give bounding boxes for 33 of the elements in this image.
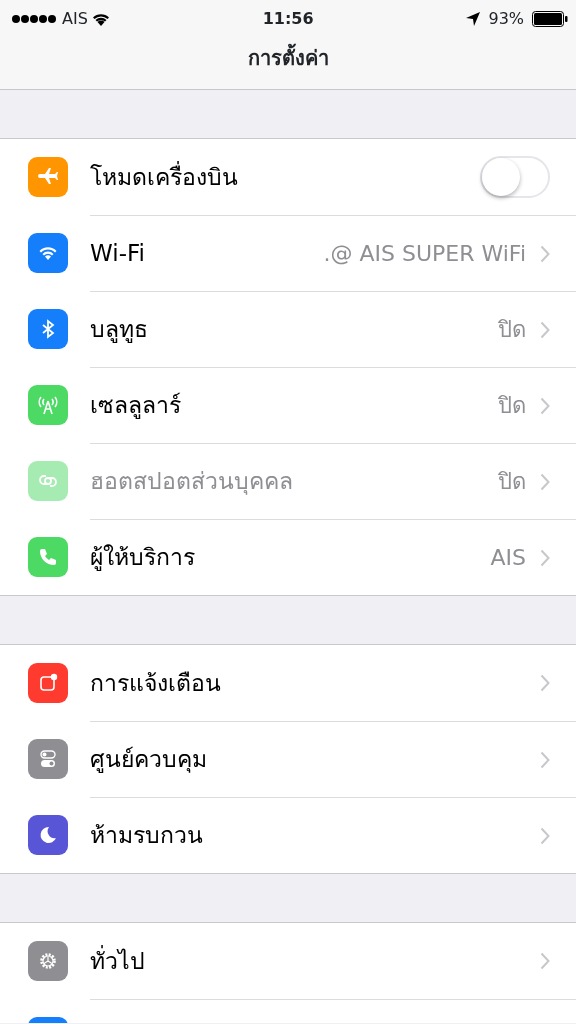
chevron-icon (540, 320, 550, 339)
carrier-name: AIS (62, 8, 88, 30)
chevron-icon (540, 548, 550, 567)
setting-value: .@ AIS SUPER WiFi (323, 240, 526, 268)
setting-label: ห้ามรบกวน (90, 821, 203, 851)
chevron-icon (540, 244, 550, 263)
screen-title: การตั้งค่า (0, 38, 576, 78)
setting-label: ศูนย์ควบคุม (90, 745, 207, 775)
setting-value: ปิด (498, 392, 526, 420)
wifi-icon (91, 12, 110, 26)
setting-label: ผู้ให้บริการ (90, 543, 195, 573)
setting-value: ปิด (498, 468, 526, 496)
toggle-switch[interactable] (480, 156, 550, 198)
setting-label: ทั่วไป (90, 944, 145, 976)
setting-value: AIS (490, 544, 526, 572)
setting-value: ปิด (498, 316, 526, 344)
signal-icon (12, 14, 58, 24)
chevron-icon (540, 396, 550, 415)
chevron-icon (540, 674, 550, 692)
chevron-icon (540, 472, 550, 491)
setting-label: เซลลูลาร์ (90, 391, 181, 421)
setting-label: การแจ้งเตือน (90, 668, 221, 698)
chevron-icon (540, 952, 550, 970)
setting-label: โหมดเครื่องบิน (90, 160, 238, 192)
chevron-icon (540, 750, 550, 769)
location-arrow-icon (466, 12, 481, 26)
setting-label: บลูทูธ (90, 315, 148, 345)
chevron-icon (540, 826, 550, 845)
battery-icon (532, 11, 568, 27)
setting-label: ฮอตสปอตส่วนบุคคล (90, 467, 293, 497)
setting-label: Wi-Fi (90, 239, 145, 269)
battery-percentage: 93% (488, 8, 524, 30)
clock: 11:56 (262, 8, 314, 30)
